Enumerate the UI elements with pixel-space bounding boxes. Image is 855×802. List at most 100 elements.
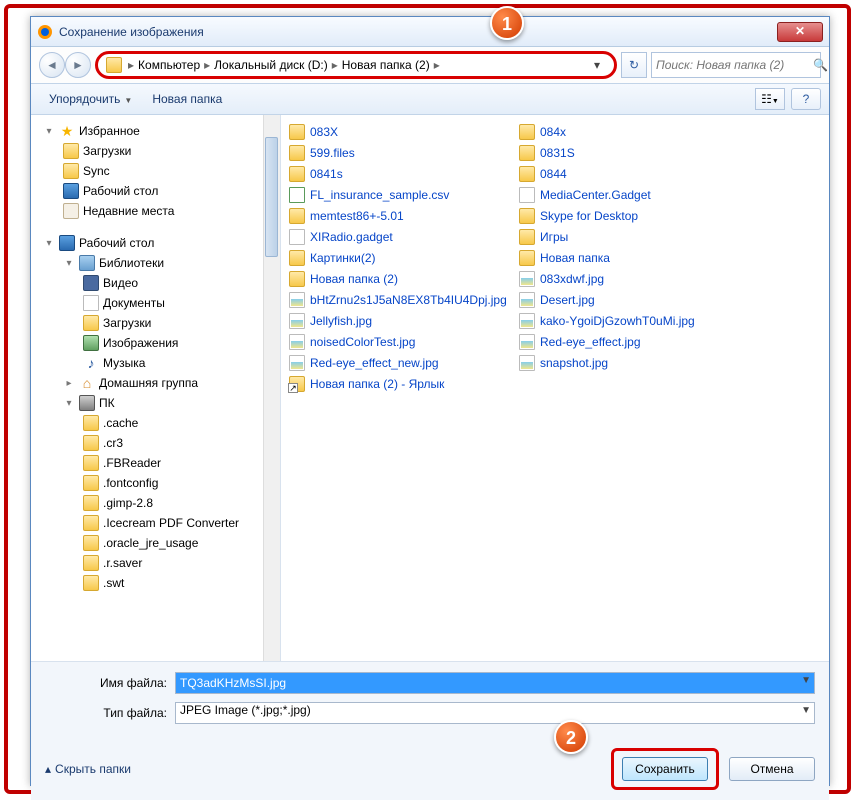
breadcrumb-segment[interactable]: Локальный диск (D:) xyxy=(212,58,330,72)
tree-favorites[interactable]: ▾★Избранное xyxy=(33,121,280,141)
tree-pc[interactable]: ▾ПК xyxy=(33,393,280,413)
tree-item[interactable]: Документы xyxy=(33,293,280,313)
file-item[interactable]: Red-eye_effect.jpg xyxy=(515,331,745,352)
file-item[interactable]: Новая папка (2) xyxy=(285,268,515,289)
address-bar[interactable]: ▸ Компьютер ▸ Локальный диск (D:) ▸ Нова… xyxy=(95,51,617,79)
file-item[interactable]: 599.files xyxy=(285,142,515,163)
nav-row: ◄ ► ▸ Компьютер ▸ Локальный диск (D:) ▸ … xyxy=(31,47,829,83)
folder-icon xyxy=(519,229,535,245)
dialog-title: Сохранение изображения xyxy=(59,25,777,39)
tree-item[interactable]: .swt xyxy=(33,573,280,593)
file-item[interactable]: Red-eye_effect_new.jpg xyxy=(285,352,515,373)
file-item[interactable]: Картинки(2) xyxy=(285,247,515,268)
file-item[interactable]: 083xdwf.jpg xyxy=(515,268,745,289)
filename-input[interactable] xyxy=(175,672,815,694)
tree-item[interactable]: .r.saver xyxy=(33,553,280,573)
filetype-select[interactable]: JPEG Image (*.jpg;*.jpg) xyxy=(175,702,815,724)
new-folder-button[interactable]: Новая папка xyxy=(142,88,232,110)
tree-item[interactable]: .FBReader xyxy=(33,453,280,473)
tree-item[interactable]: Видео xyxy=(33,273,280,293)
tree-label: Домашняя группа xyxy=(99,376,198,390)
file-item[interactable]: 084x xyxy=(515,121,745,142)
file-item[interactable]: 083X xyxy=(285,121,515,142)
tree-item[interactable]: Загрузки xyxy=(33,313,280,333)
file-item[interactable]: 0844 xyxy=(515,163,745,184)
tree-item[interactable]: Недавние места xyxy=(33,201,280,221)
folder-icon xyxy=(83,555,99,571)
file-item[interactable]: bHtZrnu2s1J5aN8EX8Tb4IU4Dpj.jpg xyxy=(285,289,515,310)
tree-item[interactable]: Sync xyxy=(33,161,280,181)
tree-item[interactable]: .cache xyxy=(33,413,280,433)
tree-item[interactable]: Рабочий стол xyxy=(33,181,280,201)
file-item[interactable]: XIRadio.gadget xyxy=(285,226,515,247)
tree-desktop[interactable]: ▾Рабочий стол xyxy=(33,233,280,253)
scrollbar-thumb[interactable] xyxy=(265,137,278,257)
folder-tree: ▾★Избранное Загрузки Sync Рабочий стол Н… xyxy=(31,115,281,661)
nav-forward-button[interactable]: ► xyxy=(65,52,91,78)
desktop-icon xyxy=(63,183,79,199)
folder-icon xyxy=(83,475,99,491)
file-item[interactable]: memtest86+-5.01 xyxy=(285,205,515,226)
file-label: bHtZrnu2s1J5aN8EX8Tb4IU4Dpj.jpg xyxy=(310,293,507,307)
file-label: Новая папка xyxy=(540,251,610,265)
view-mode-button[interactable]: ☷▼ xyxy=(755,88,785,110)
file-item[interactable]: 0841s xyxy=(285,163,515,184)
tree-item[interactable]: .gimp-2.8 xyxy=(33,493,280,513)
cancel-button[interactable]: Отмена xyxy=(729,757,815,781)
file-item[interactable]: kako-YgoiDjGzowhT0uMi.jpg xyxy=(515,310,745,331)
save-button[interactable]: Сохранить xyxy=(622,757,708,781)
tree-label: .r.saver xyxy=(103,556,142,570)
nav-back-button[interactable]: ◄ xyxy=(39,52,65,78)
file-item[interactable]: Новая папка xyxy=(515,247,745,268)
chevron-down-icon[interactable]: ▼ xyxy=(801,705,811,716)
address-dropdown[interactable]: ▾ xyxy=(588,58,606,72)
tree-item[interactable]: ♪Музыка xyxy=(33,353,280,373)
breadcrumb-segment[interactable]: Компьютер xyxy=(136,58,202,72)
hide-folders-toggle[interactable]: ▴ Скрыть папки xyxy=(45,762,131,776)
jpeg-icon xyxy=(289,355,305,371)
search-field[interactable]: 🔍 xyxy=(651,52,821,78)
homegroup-icon: ⌂ xyxy=(79,375,95,391)
help-button[interactable]: ? xyxy=(791,88,821,110)
file-label: Skype for Desktop xyxy=(540,209,638,223)
file-item[interactable]: noisedColorTest.jpg xyxy=(285,331,515,352)
video-icon xyxy=(83,275,99,291)
file-label: 0841s xyxy=(310,167,343,181)
tree-libraries[interactable]: ▾Библиотеки xyxy=(33,253,280,273)
file-item[interactable]: Desert.jpg xyxy=(515,289,745,310)
tree-item[interactable]: .fontconfig xyxy=(33,473,280,493)
tree-label: Загрузки xyxy=(103,316,151,330)
folder-icon xyxy=(519,124,535,140)
search-icon[interactable]: 🔍 xyxy=(813,58,828,72)
search-input[interactable] xyxy=(656,58,813,72)
file-item[interactable]: 0831S xyxy=(515,142,745,163)
save-form: Имя файла: ▼ Тип файла: JPEG Image (*.jp… xyxy=(31,661,829,740)
file-item[interactable]: Новая папка (2) - Ярлык xyxy=(285,373,515,394)
file-item[interactable]: Skype for Desktop xyxy=(515,205,745,226)
close-button[interactable]: ✕ xyxy=(777,22,823,42)
recent-icon xyxy=(63,203,79,219)
sidebar-scrollbar[interactable] xyxy=(263,115,280,661)
file-item[interactable]: Jellyfish.jpg xyxy=(285,310,515,331)
tree-label: Рабочий стол xyxy=(83,184,158,198)
tree-homegroup[interactable]: ▸⌂Домашняя группа xyxy=(33,373,280,393)
file-item[interactable]: snapshot.jpg xyxy=(515,352,745,373)
tree-item[interactable]: .oracle_jre_usage xyxy=(33,533,280,553)
tree-item[interactable]: .Icecream PDF Converter xyxy=(33,513,280,533)
organize-menu[interactable]: Упорядочить▼ xyxy=(39,88,142,110)
chevron-down-icon[interactable]: ▼ xyxy=(801,675,811,686)
tree-label: Рабочий стол xyxy=(79,236,154,250)
tree-label: Документы xyxy=(103,296,165,310)
file-item[interactable]: FL_insurance_sample.csv xyxy=(285,184,515,205)
link-icon xyxy=(289,376,305,392)
folder-icon xyxy=(106,57,122,73)
tree-item[interactable]: Изображения xyxy=(33,333,280,353)
file-item[interactable]: Игры xyxy=(515,226,745,247)
computer-icon xyxy=(79,395,95,411)
breadcrumb-segment[interactable]: Новая папка (2) xyxy=(340,58,432,72)
tree-item[interactable]: Загрузки xyxy=(33,141,280,161)
refresh-button[interactable]: ↻ xyxy=(621,52,647,78)
folder-icon xyxy=(519,145,535,161)
file-item[interactable]: MediaCenter.Gadget xyxy=(515,184,745,205)
tree-item[interactable]: .cr3 xyxy=(33,433,280,453)
